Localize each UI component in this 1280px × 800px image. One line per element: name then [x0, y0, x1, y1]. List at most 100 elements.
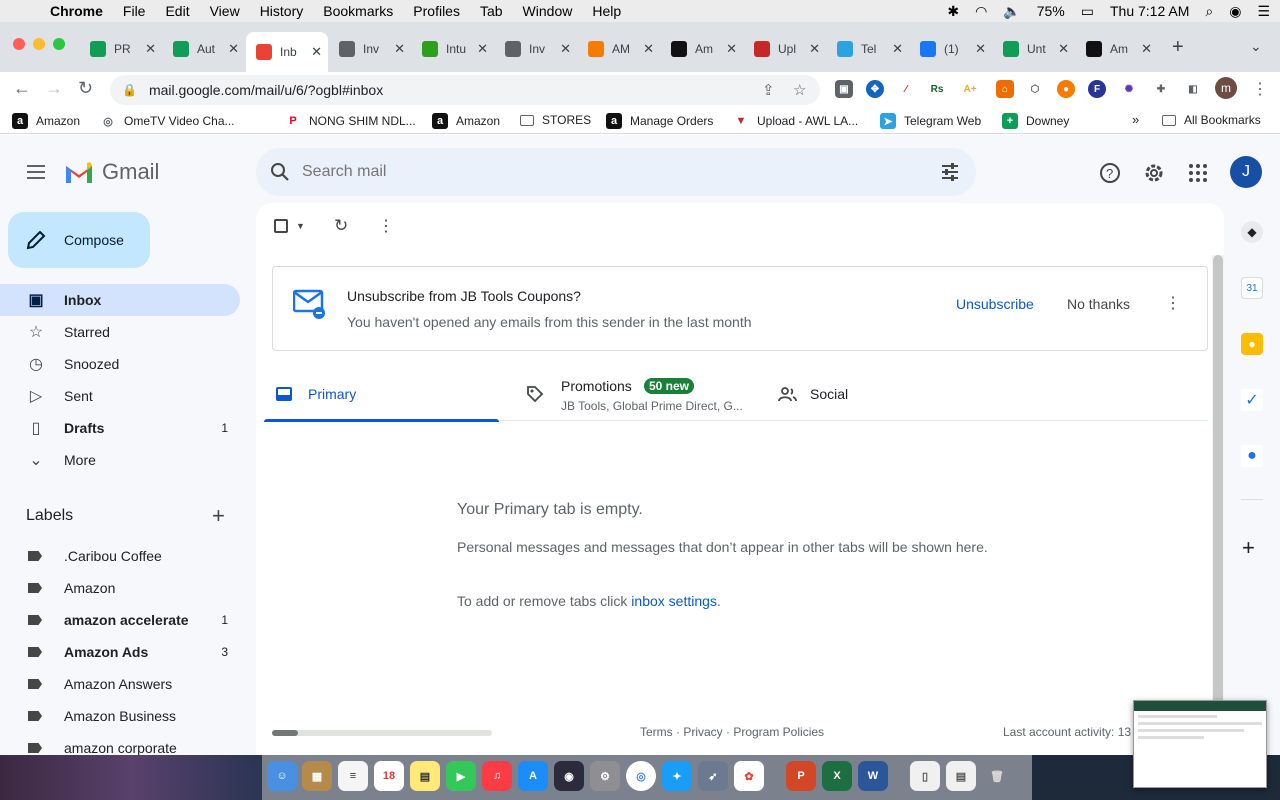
battery-percent[interactable]: 75% — [1037, 3, 1065, 19]
label-item[interactable]: Amazon Business — [0, 700, 240, 732]
screenshot-thumbnail[interactable] — [1133, 700, 1267, 788]
extension-f-icon[interactable]: F — [1088, 80, 1106, 98]
minimize-window-button[interactable] — [33, 38, 45, 50]
google-apps-icon[interactable] — [1186, 161, 1210, 185]
calendar-icon[interactable]: 31 — [1241, 277, 1263, 299]
select-dropdown-caret-icon[interactable]: ▼ — [296, 221, 305, 231]
battery-icon[interactable]: ▭ — [1081, 3, 1094, 20]
panel-scrollbar-thumb[interactable] — [1213, 255, 1223, 750]
search-options-icon[interactable] — [940, 162, 960, 182]
close-tab-icon[interactable]: ✕ — [228, 41, 239, 57]
search-input[interactable] — [302, 163, 902, 181]
new-tab-button[interactable]: + — [1172, 36, 1184, 59]
extension-orange-icon[interactable]: ● — [1057, 80, 1075, 98]
add-label-icon[interactable]: + — [212, 503, 225, 529]
app-store-icon[interactable]: A — [518, 761, 548, 791]
notes-icon[interactable]: ▤ — [410, 761, 440, 791]
footer-links[interactable]: Terms · Privacy · Program Policies — [640, 725, 824, 739]
nav-item-inbox[interactable]: ▣ Inbox — [0, 284, 240, 316]
all-bookmarks[interactable]: All Bookmarks — [1162, 113, 1261, 127]
gmail-logo[interactable]: Gmail — [64, 159, 159, 185]
unsubscribe-button[interactable]: Unsubscribe — [956, 296, 1034, 312]
bluetooth-icon[interactable]: ✱ — [947, 3, 959, 20]
reminders-icon[interactable]: ≡ — [338, 761, 368, 791]
browser-tab[interactable]: AM ✕ — [578, 34, 660, 64]
menu-window[interactable]: Window — [523, 3, 573, 19]
zoom-window-button[interactable] — [53, 38, 65, 50]
facetime-icon[interactable]: ▶ — [446, 761, 476, 791]
help-icon[interactable]: ? — [1098, 161, 1122, 185]
bookmark-item[interactable]: ▼ Upload - AWL LA... — [733, 113, 859, 129]
close-tab-icon[interactable]: ✕ — [809, 41, 820, 57]
settings-gear-icon[interactable] — [1142, 161, 1166, 185]
menu-help[interactable]: Help — [592, 3, 621, 19]
close-tab-icon[interactable]: ✕ — [1058, 41, 1069, 57]
siri-app-icon[interactable]: ◉ — [554, 761, 584, 791]
close-tab-icon[interactable]: ✕ — [726, 41, 737, 57]
search-bar[interactable] — [256, 148, 976, 196]
calendar-app-icon[interactable]: 18 — [374, 761, 404, 791]
compose-button[interactable]: Compose — [8, 212, 150, 268]
nav-item-sent[interactable]: ▷ Sent — [0, 380, 240, 412]
browser-tab[interactable]: (1) ✕ — [910, 34, 992, 64]
extension-blue-icon[interactable]: ✥ — [866, 80, 884, 98]
close-tab-icon[interactable]: ✕ — [560, 41, 571, 57]
no-thanks-button[interactable]: No thanks — [1067, 296, 1130, 312]
bookmark-item[interactable]: + Downey — [1002, 113, 1069, 129]
clock[interactable]: Thu 7:12 AM — [1110, 3, 1189, 19]
menu-bookmarks[interactable]: Bookmarks — [323, 3, 393, 19]
main-menu-icon[interactable] — [24, 161, 48, 185]
side-panel-addon-icon[interactable]: ◆ — [1241, 221, 1263, 243]
bookmark-item[interactable]: a Amazon — [12, 113, 80, 129]
browser-tab[interactable]: PR ✕ — [80, 34, 162, 64]
tasks-icon[interactable]: ✓ — [1241, 389, 1263, 411]
account-avatar[interactable]: J — [1230, 156, 1262, 188]
label-item[interactable]: amazon accelerate 1 — [0, 604, 240, 636]
finder-icon[interactable]: ☺ — [267, 761, 297, 791]
back-arrow-icon[interactable]: ← — [13, 78, 31, 99]
nav-item-drafts[interactable]: ▯ Drafts 1 — [0, 412, 240, 444]
bookmark-item[interactable]: P NONG SHIM NDL... — [285, 113, 415, 129]
menu-app-name[interactable]: Chrome — [50, 3, 103, 19]
browser-tab[interactable]: Unt ✕ — [993, 34, 1075, 64]
bookmark-item[interactable]: STORES — [520, 113, 591, 127]
bookmarks-overflow-chevron[interactable]: » — [1132, 112, 1139, 127]
document-stack-icon[interactable]: ▯ — [910, 761, 940, 791]
trash-icon[interactable]: 🗑 — [982, 761, 1012, 791]
downloads-stack-icon[interactable]: ▤ — [946, 761, 976, 791]
inbox-settings-link[interactable]: inbox settings — [631, 593, 717, 609]
close-tab-icon[interactable]: ✕ — [145, 41, 156, 57]
menu-view[interactable]: View — [210, 3, 240, 19]
forward-arrow-icon[interactable]: → — [45, 78, 63, 99]
extension-cube-icon[interactable]: ⬡ — [1026, 80, 1044, 98]
browser-tab[interactable]: Inv ✕ — [495, 34, 577, 64]
menu-profiles[interactable]: Profiles — [413, 3, 460, 19]
word-icon[interactable]: W — [858, 761, 888, 791]
browser-tab[interactable]: Tel ✕ — [827, 34, 909, 64]
launchpad-icon[interactable]: ➶ — [698, 761, 728, 791]
extension-rs-icon[interactable]: Rs — [928, 80, 946, 98]
close-tab-icon[interactable]: ✕ — [1141, 41, 1152, 57]
tab-search-chevron-icon[interactable]: ⌄ — [1250, 38, 1262, 55]
extension-slash-icon[interactable]: ⁄ — [897, 80, 915, 98]
menu-history[interactable]: History — [260, 3, 304, 19]
label-item[interactable]: Amazon Answers — [0, 668, 240, 700]
extensions-puzzle-icon[interactable]: ✚ — [1152, 80, 1170, 98]
extension-off2-icon[interactable]: ⌂ — [996, 80, 1014, 98]
close-tab-icon[interactable]: ✕ — [892, 41, 903, 57]
browser-tab[interactable]: Intu ✕ — [412, 34, 494, 64]
nav-item-more[interactable]: ⌄ More — [0, 444, 240, 476]
bookmark-item[interactable]: a Manage Orders — [606, 113, 713, 129]
system-preferences-icon[interactable]: ⚙ — [590, 761, 620, 791]
address-bar[interactable]: 🔒 mail.google.com/mail/u/6/?ogbl#inbox ⇪… — [110, 75, 820, 105]
chrome-profile-avatar[interactable]: m — [1215, 77, 1237, 99]
label-item[interactable]: Amazon — [0, 572, 240, 604]
select-all-checkbox[interactable]: ▼ — [274, 219, 305, 233]
bookmark-item[interactable]: ◎ OmeTV Video Cha... — [100, 113, 234, 129]
tab-social[interactable]: Social — [774, 369, 1004, 421]
chrome-menu-icon[interactable]: ⋮ — [1252, 79, 1268, 99]
browser-tab[interactable]: Aut ✕ — [163, 34, 245, 64]
close-tab-icon[interactable]: ✕ — [975, 41, 986, 57]
nav-item-snoozed[interactable]: ◷ Snoozed — [0, 348, 240, 380]
extension-count-icon[interactable]: A+ — [961, 80, 979, 98]
